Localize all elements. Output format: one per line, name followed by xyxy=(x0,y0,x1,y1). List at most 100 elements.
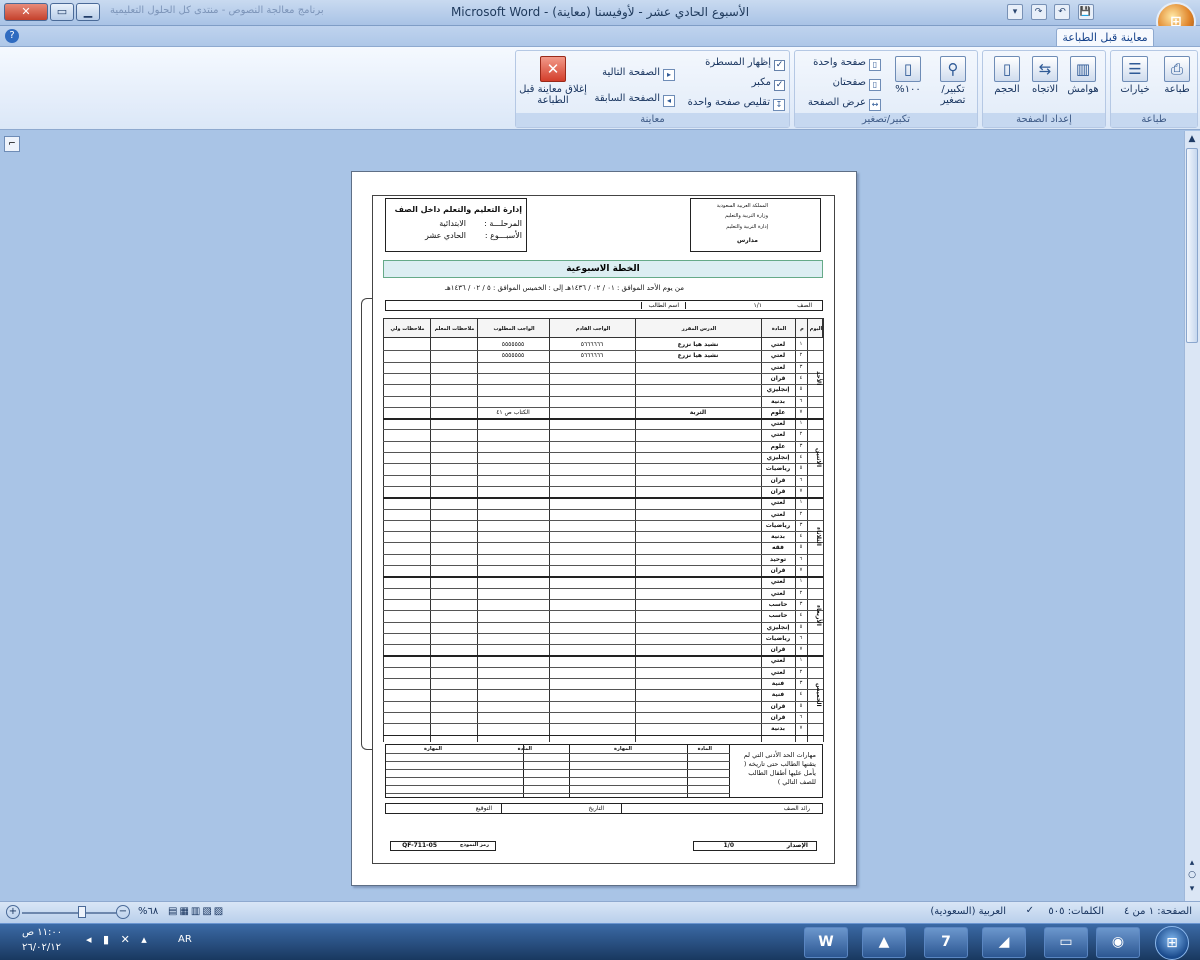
redo-icon[interactable]: ↷ xyxy=(1030,4,1047,20)
subject-cell: لغتي xyxy=(770,341,786,348)
vertical-scroll-thumb[interactable] xyxy=(1186,148,1198,343)
row-line xyxy=(383,689,823,691)
header-lesson: الدرس المقرر xyxy=(681,326,717,332)
language-indicator[interactable]: العربية (السعودية) xyxy=(930,906,1006,917)
window-title: الأسبوع الحادي عشر - لأوفيسنا (معاينة) -… xyxy=(450,5,750,19)
row-line xyxy=(383,553,823,555)
tray-icons[interactable]: ◂ ▮ ✕ ▴ xyxy=(86,933,151,946)
scroll-up-icon[interactable]: ▲ xyxy=(1186,134,1198,144)
proofing-icon[interactable]: ✓ xyxy=(1026,905,1034,916)
tab-print-preview[interactable]: معاينة قبل الطباعة xyxy=(1056,28,1154,47)
explorer-taskbar-icon[interactable]: ▭ xyxy=(1044,927,1088,958)
weekly-plan-table: اليوم م المادة الدرس المقرر الواجب القاد… xyxy=(383,318,824,742)
subject-cell: حاسب xyxy=(768,600,788,608)
qat-more-icon[interactable]: ▾ xyxy=(1007,4,1023,20)
size-button[interactable]: ▯ الحجم xyxy=(985,54,1029,110)
previous-page-arrow-icon[interactable]: ▴ xyxy=(1186,858,1198,868)
schools-line: مدارس xyxy=(737,237,758,244)
row-line xyxy=(383,384,823,386)
stage-label: المرحلـــة : xyxy=(484,219,522,228)
one-page-button[interactable]: ▯صفحة واحدة xyxy=(813,55,881,71)
word-taskbar-icon[interactable]: W xyxy=(804,927,848,958)
day-name: الثلاثاء xyxy=(815,527,822,547)
zoom-slider[interactable] xyxy=(22,912,116,914)
plan-header-row: اليوم م المادة الدرس المقرر الواجب القاد… xyxy=(383,318,823,338)
subject-cell: لغتي xyxy=(770,499,786,507)
period-number: ٧ xyxy=(799,408,803,415)
lesson-cell: نشيد هيا نزرع xyxy=(677,341,719,348)
skills-row-line xyxy=(386,769,730,770)
margins-button[interactable]: ▥ هوامش xyxy=(1061,54,1105,110)
row-line xyxy=(383,678,823,679)
print-button[interactable]: ⎙ طباعة xyxy=(1155,54,1199,110)
row-line xyxy=(383,350,823,352)
zoom-slider-thumb[interactable] xyxy=(78,906,86,918)
next-page-arrow-icon[interactable]: ▾ xyxy=(1186,884,1198,894)
app-taskbar-icon-2[interactable]: ▲ xyxy=(862,927,906,958)
page-width-button[interactable]: ↔عرض الصفحة xyxy=(808,95,881,111)
clock-time[interactable]: ١١:٠٠ ص xyxy=(22,927,62,938)
zoom-out-icon[interactable]: − xyxy=(116,905,130,919)
calculator-taskbar-icon[interactable]: 7 xyxy=(924,927,968,958)
view-buttons[interactable]: ▤▦▥▧▨ xyxy=(168,906,225,917)
next-homework-cell: ٥٦٦٦٦٦٦ xyxy=(580,352,604,360)
word-counter[interactable]: الكلمات: ٥٠٥ xyxy=(1048,906,1104,917)
help-icon[interactable]: ? xyxy=(5,29,19,43)
magnifier-checkbox[interactable]: ✓مكبر xyxy=(752,75,785,91)
zoom-level[interactable]: %٦٨ xyxy=(138,906,158,917)
row-line xyxy=(383,519,823,521)
subject-cell: فنية xyxy=(771,691,785,699)
zoom-button[interactable]: ⚲ تكبير/تصغير xyxy=(929,54,977,110)
title-bar: ✕ ▭ ▁ برنامج معالجة النصوص - منتدى كل ال… xyxy=(0,0,1200,42)
subject-cell: لغتي xyxy=(770,589,786,597)
signature-label: التوقيع xyxy=(475,805,492,812)
show-ruler-checkbox[interactable]: ✓إظهار المسطرة xyxy=(705,55,785,71)
save-icon[interactable]: 💾 xyxy=(1077,4,1094,20)
day-separator xyxy=(383,418,823,421)
row-line xyxy=(383,485,823,487)
row-line xyxy=(383,587,823,589)
next-page-button[interactable]: ▸الصفحة التالية xyxy=(602,65,675,81)
quick-access-toolbar: ▾ ↷ ↶ 💾 xyxy=(1005,3,1145,23)
date-label: التاريخ xyxy=(588,805,604,812)
zoom-100-button[interactable]: ▯ ١٠٠% xyxy=(889,54,927,110)
zoom-in-icon[interactable]: + xyxy=(6,905,20,919)
subject-cell: فقه xyxy=(772,544,784,552)
subject-cell: لغتي xyxy=(770,363,786,371)
skills-skill-2: المهارة xyxy=(424,746,442,752)
undo-icon[interactable]: ↶ xyxy=(1054,4,1070,20)
row-line xyxy=(383,463,823,465)
two-pages-icon: ▯ xyxy=(869,79,881,91)
shrink-one-page-button[interactable]: ↧تقليص صفحة واحدة xyxy=(688,95,785,111)
window-restore-button[interactable]: ▭ xyxy=(50,3,74,21)
window-close-button[interactable]: ✕ xyxy=(4,3,48,21)
options-button[interactable]: ☰ خيارات xyxy=(1113,54,1157,110)
week-label: الأسبـــوع : xyxy=(484,231,522,240)
group-zoom: ⚲ تكبير/تصغير ▯ ١٠٠% ▯صفحة واحدة ▯صفحتان ↔… xyxy=(794,50,978,128)
previous-page-button[interactable]: ◂الصفحة السابقة xyxy=(594,91,675,107)
period-number: ٢ xyxy=(799,510,803,517)
subject-cell: لغتي xyxy=(770,420,786,428)
ruler-toggle-icon[interactable]: ⌐ xyxy=(4,136,20,152)
row-line xyxy=(383,395,823,397)
header-teacher-notes: ملاحظات المعلم xyxy=(434,326,475,332)
close-print-preview-button[interactable]: ✕ إغلاق معاينة قبل الطباعة xyxy=(518,54,588,110)
two-pages-button[interactable]: ▯صفحتان xyxy=(833,75,881,91)
group-preview: ✓إظهار المسطرة ✓مكبر ↧تقليص صفحة واحدة ▸… xyxy=(515,50,790,128)
clock-date[interactable]: ٢٦/٠٢/١٢ xyxy=(22,942,61,953)
app-taskbar-icon[interactable]: ◢ xyxy=(982,927,1026,958)
kingdom-line: المملكة العربية السعودية xyxy=(716,203,768,209)
group-label-print: طباعة xyxy=(1111,113,1197,127)
orientation-button[interactable]: ⇆ الاتجاه xyxy=(1023,54,1067,110)
window-minimize-button[interactable]: ▁ xyxy=(76,3,100,21)
page-counter[interactable]: الصفحة: ١ من ٤ xyxy=(1124,906,1192,917)
chrome-taskbar-icon[interactable]: ◉ xyxy=(1096,927,1140,958)
start-button-icon[interactable]: ⊞ xyxy=(1155,926,1189,960)
class-value: ١/١ xyxy=(753,302,762,309)
period-number: ١ xyxy=(799,341,803,347)
browse-object-icon[interactable]: ○ xyxy=(1186,870,1198,880)
group-label-preview: معاينة xyxy=(516,113,789,127)
input-language[interactable]: AR xyxy=(178,934,192,945)
day-name: الاثنين xyxy=(815,448,822,468)
row-line xyxy=(383,542,823,544)
